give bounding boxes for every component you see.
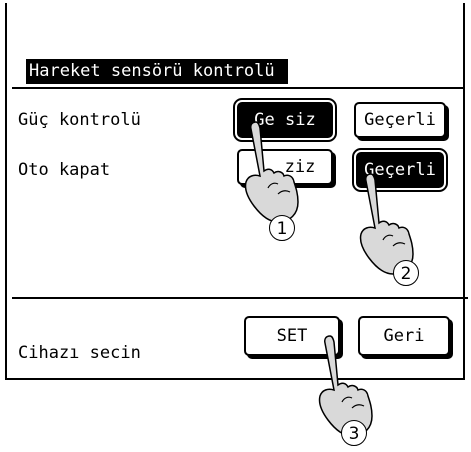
power-control-enabled-button[interactable]: Geçerli: [354, 102, 446, 138]
footer-divider: [12, 297, 468, 299]
step-1-badge: 1: [269, 215, 295, 241]
panel-title: Hareket sensörü kontrolü: [26, 59, 288, 84]
power-control-label: Güç kontrolü: [18, 110, 141, 130]
pointing-hand-icon: [244, 121, 299, 223]
select-device-prompt: Cihazı secin: [18, 343, 141, 363]
step-2-badge: 2: [393, 260, 419, 286]
power-control-enabled-label: Geçerli: [364, 110, 436, 130]
auto-off-label: Oto kapat: [18, 160, 111, 180]
title-divider: [12, 87, 465, 89]
step-3-badge: 3: [341, 420, 367, 446]
